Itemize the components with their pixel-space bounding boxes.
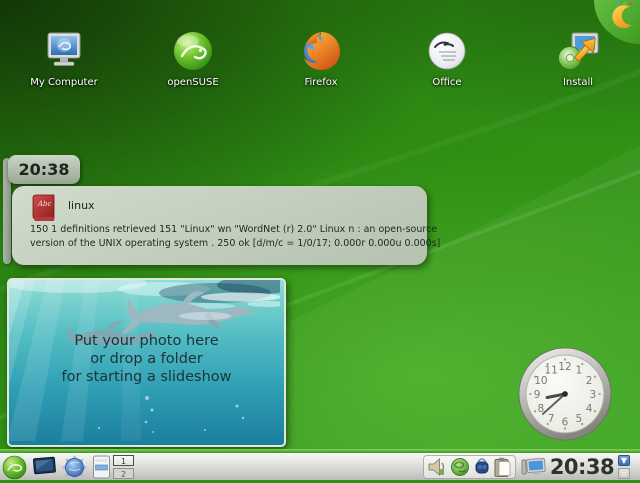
- dictionary-word: linux: [68, 199, 95, 212]
- opensuse-icon: [170, 28, 216, 74]
- bluetooth-icon[interactable]: [473, 457, 491, 477]
- svg-text:7: 7: [548, 413, 555, 425]
- pager-desktop-1[interactable]: 1: [113, 455, 134, 466]
- photo-frame-caption: Put your photo here or drop a folder for…: [61, 333, 232, 385]
- svg-text:4: 4: [586, 403, 593, 415]
- desktop-icon-firefox[interactable]: Firefox: [275, 28, 367, 88]
- plasma-cashew-icon[interactable]: [607, 3, 635, 31]
- dictionary-definition: 150 1 definitions retrieved 151 "Linux" …: [30, 224, 441, 249]
- svg-text:Abc: Abc: [37, 200, 52, 208]
- updates-icon[interactable]: ▼: [618, 455, 630, 466]
- system-tray: [423, 455, 516, 479]
- taskbar-panel: 1 2 20:38 ▼ ▫: [0, 449, 640, 480]
- desktop-icon-label: Firefox: [304, 77, 338, 88]
- desktop-icon-label: My Computer: [30, 77, 98, 88]
- show-desktop-button[interactable]: [32, 455, 56, 479]
- clipboard-icon[interactable]: [493, 457, 512, 478]
- desktop-icon-label: openSUSE: [167, 77, 219, 88]
- tray-box-icon[interactable]: ▫: [618, 468, 630, 479]
- desktop-pager: 1 2: [113, 454, 134, 479]
- svg-text:6: 6: [562, 417, 569, 429]
- svg-text:9: 9: [534, 389, 541, 401]
- install-icon: [555, 28, 601, 74]
- analog-clock-widget[interactable]: 12 1 2 3 4 5 6 7 8 9 10 11: [517, 346, 613, 442]
- network-icon[interactable]: [450, 457, 470, 477]
- digital-clock-widget[interactable]: 20:38: [8, 155, 80, 184]
- svg-text:5: 5: [576, 413, 583, 425]
- konqueror-browser-button[interactable]: [62, 455, 87, 480]
- panel-clock[interactable]: 20:38: [549, 454, 615, 481]
- device-notifier-icon[interactable]: [520, 456, 547, 479]
- volume-icon[interactable]: [427, 457, 448, 477]
- desktop-icon-label: Install: [562, 77, 594, 88]
- firefox-icon: [298, 28, 344, 74]
- svg-text:11: 11: [544, 365, 557, 377]
- svg-text:12: 12: [558, 361, 571, 373]
- dictionary-widget[interactable]: Abc linux 150 1 definitions retrieved 15…: [12, 186, 440, 265]
- desktop-icon-install[interactable]: Install: [532, 28, 624, 88]
- my-computer-icon: [41, 28, 87, 74]
- photo-frame-widget[interactable]: Put your photo here or drop a folder for…: [7, 278, 286, 447]
- pager-desktop-2[interactable]: 2: [113, 468, 134, 479]
- panel-mini-icons: ▼ ▫: [618, 455, 631, 481]
- kickoff-menu-button[interactable]: [2, 455, 27, 480]
- svg-text:1: 1: [576, 365, 583, 377]
- dictionary-book-icon: Abc: [32, 193, 56, 227]
- digital-clock-time: 20:38: [18, 160, 70, 179]
- svg-text:3: 3: [589, 389, 596, 401]
- desktop-icon-my-computer[interactable]: My Computer: [18, 28, 110, 88]
- desktop-icon-opensuse[interactable]: openSUSE: [147, 28, 239, 88]
- file-manager-button[interactable]: [91, 455, 111, 479]
- desktop-icon-office[interactable]: Office: [401, 28, 493, 88]
- office-icon: [424, 28, 470, 74]
- svg-text:2: 2: [586, 375, 593, 387]
- desktop-icon-label: Office: [432, 77, 462, 88]
